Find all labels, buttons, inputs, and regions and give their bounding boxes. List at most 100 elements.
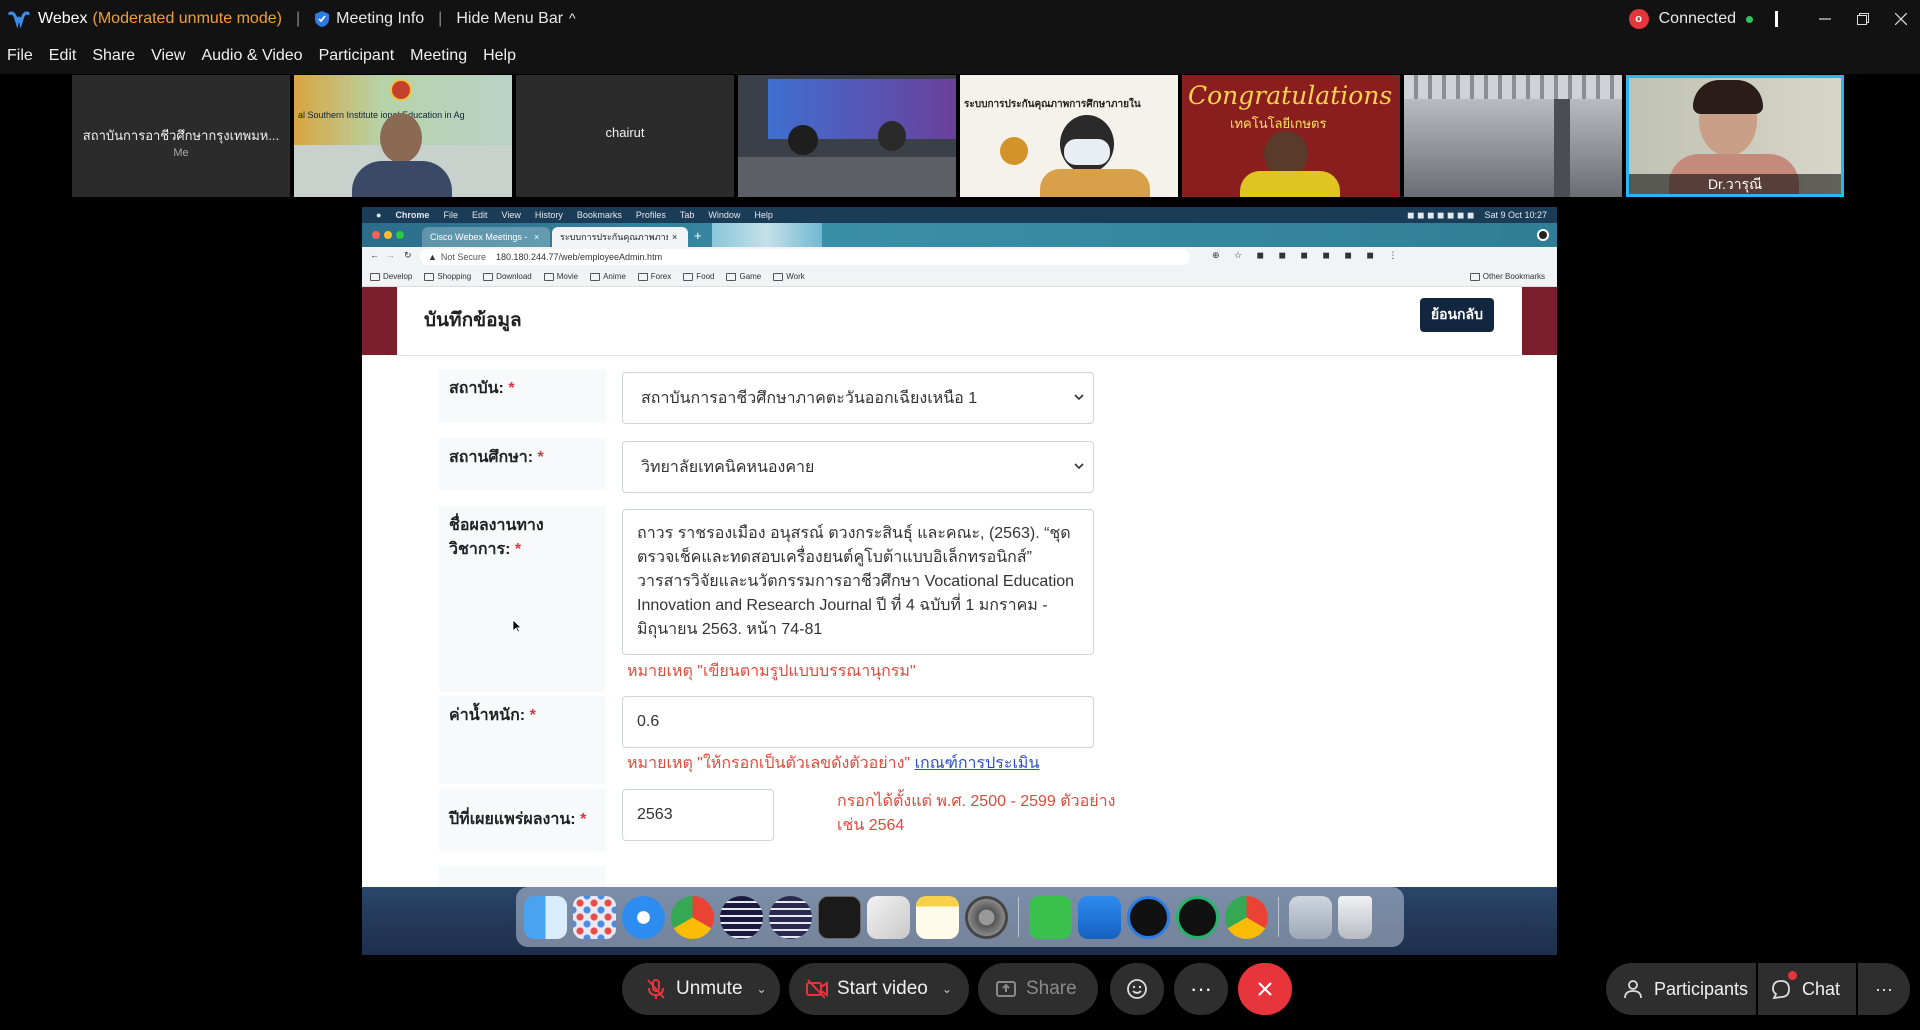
chevron-up-icon: ^ (569, 10, 576, 26)
participant-tile-video[interactable]: ระบบการประกันคุณภาพการศึกษาภายใน (960, 75, 1178, 197)
bookmark-label: Develop (383, 272, 413, 281)
separator: | (295, 10, 301, 27)
mac-dock (516, 887, 1404, 947)
chrome-toolbar: ← → ↻ ▲ Not Secure 180.180.244.77/web/em… (362, 247, 1557, 267)
participant-tile-me[interactable]: สถาบันการอาชีวศึกษากรุงเทพมห... Me (72, 75, 290, 197)
participant-tile-chairut[interactable]: chairut (516, 75, 734, 197)
share-button[interactable]: Share (978, 963, 1098, 1015)
selected-value: สถาบันการอาชีวศึกษาภาคตะวันออกเฉียงเหนือ… (641, 389, 978, 407)
mac-menu-history: History (534, 210, 563, 220)
tab-close-icon: × (534, 232, 540, 242)
menu-help[interactable]: Help (483, 47, 516, 65)
participant-tile-video[interactable]: al Southern Institute ional Education in… (294, 75, 512, 197)
chrome-tab-strip: Cisco Webex Meetings - Meet × ระบบการประก… (362, 223, 1557, 247)
reactions-button[interactable] (1110, 963, 1164, 1015)
participant-name: Dr.วารุณี (1629, 174, 1841, 194)
start-video-label: Start video (837, 978, 928, 999)
close-icon[interactable] (1882, 0, 1920, 38)
chrome-tab-webex: Cisco Webex Meetings - Meet × (422, 227, 550, 247)
address-bar: ▲ Not Secure 180.180.244.77/web/employee… (420, 249, 1190, 265)
person-body (1040, 169, 1150, 197)
year-note: กรอกได้ตั้งแต่ พ.ศ. 2500 - 2599 ตัวอย่าง… (837, 793, 1116, 834)
leave-meeting-button[interactable] (1238, 963, 1292, 1015)
bookmark-download: Download (483, 272, 532, 281)
meeting-info-button[interactable]: Meeting Info (336, 10, 424, 28)
overflow-menu-button[interactable]: ··· (1858, 963, 1910, 1015)
participant-tile-video[interactable]: Congratulations เทคโนโลยีเกษตร (1182, 75, 1400, 197)
video-title-text: Congratulations (1188, 81, 1393, 110)
label-text: ค่าน้ำหนัก: (449, 707, 526, 724)
person-icon (1624, 980, 1642, 999)
video-sub-text: เทคโนโลยีเกษตร (1230, 116, 1327, 131)
mac-menu-view: View (501, 210, 521, 220)
mac-menu-profiles: Profiles (635, 210, 666, 220)
chat-icon (1772, 980, 1790, 1000)
bookmark-label: Forex (650, 272, 672, 281)
participant-tile-video[interactable] (1404, 75, 1622, 197)
participant-tile-video[interactable] (738, 75, 956, 197)
required-mark: * (508, 380, 515, 397)
menu-bar: File Edit Share View Audio & Video Parti… (0, 38, 1920, 74)
webex-icon (1127, 895, 1170, 939)
start-video-button[interactable]: Start video ⌄ (789, 963, 969, 1015)
warning-icon: ▲ (428, 252, 437, 262)
menu-meeting[interactable]: Meeting (410, 47, 467, 65)
bookmark-label: Shopping (437, 272, 472, 281)
new-tab-icon: + (694, 228, 702, 243)
dock-separator (1278, 897, 1279, 937)
downloads-folder-icon (1289, 895, 1332, 939)
extension-icons: ⊕ ☆ ◼ ◼ ◼ ◼ ◼ ◼ ⋮ (1212, 250, 1404, 260)
bookmark-label: Anime (603, 272, 626, 281)
person-a (788, 125, 818, 155)
weight-input[interactable]: 0.6 (622, 696, 1094, 748)
participants-label: Participants (1654, 978, 1749, 999)
minimize-dot-icon (384, 231, 392, 239)
menu-share[interactable]: Share (92, 47, 135, 65)
chat-notification-dot (1788, 971, 1797, 980)
menu-participant[interactable]: Participant (319, 47, 395, 65)
safari-icon (622, 895, 665, 939)
required-mark: * (537, 449, 544, 466)
mac-menu-bookmarks: Bookmarks (576, 210, 622, 220)
bookmark-develop: Develop (370, 272, 412, 281)
app-name: Webex (38, 10, 88, 27)
seal-icon (390, 79, 412, 101)
close-icon (1258, 982, 1272, 996)
participants-button[interactable]: Participants (1606, 963, 1756, 1015)
restore-icon[interactable] (1844, 0, 1882, 38)
year-input[interactable]: 2563 (622, 789, 774, 841)
keynote-icon (1078, 895, 1121, 939)
work-title-textarea[interactable]: ถาวร ราชรองเมือง อนุสรณ์ ตวงกระสินธุ์ แล… (622, 509, 1094, 655)
menu-edit[interactable]: Edit (49, 47, 77, 65)
menu-file[interactable]: File (7, 47, 33, 65)
tab-title: Cisco Webex Meetings - Meet (430, 232, 530, 242)
back-button[interactable]: ย้อนกลับ (1419, 298, 1494, 332)
bookmark-label: Food (696, 272, 715, 281)
shared-screen: ● Chrome File Edit View History Bookmark… (362, 207, 1557, 955)
bookmark-forex: Forex (637, 272, 672, 281)
chat-button[interactable]: Chat (1758, 963, 1856, 1015)
more-options-button[interactable]: ··· (1174, 963, 1228, 1015)
institute-select[interactable]: สถาบันการอาชีวศึกษาภาคตะวันออกเฉียงเหนือ… (622, 372, 1094, 424)
unmute-label: Unmute (676, 978, 743, 999)
url-text: 180.180.244.77/web/employeeAdmin.htm (495, 252, 663, 262)
notes-icon (916, 895, 959, 939)
other-bookmarks: Other Bookmarks (1469, 272, 1545, 281)
next-row-peek (439, 866, 606, 887)
camera-off-icon (806, 979, 828, 999)
criteria-link[interactable]: เกณฑ์การประเมิน (915, 755, 1040, 772)
connection-status: Connected (1658, 10, 1736, 27)
school-select[interactable]: วิทยาลัยเทคนิคหนองคาย (622, 441, 1094, 493)
mouse-cursor-icon (512, 619, 522, 633)
minimize-icon[interactable] (1806, 0, 1844, 38)
mac-menu-file: File (443, 210, 458, 220)
moderated-mode-label: (Moderated unmute mode) (92, 10, 282, 27)
bookmark-movie: Movie (543, 272, 578, 281)
participant-tile-active-speaker[interactable]: Dr.วารุณี (1626, 75, 1844, 197)
menu-audio-video[interactable]: Audio & Video (201, 47, 302, 65)
menu-view[interactable]: View (151, 47, 185, 65)
hide-menu-bar-button[interactable]: Hide Menu Bar ^ (456, 10, 575, 28)
separator: | (438, 10, 443, 27)
unmute-button[interactable]: Unmute ⌄ (622, 963, 780, 1015)
bookmark-label: Work (786, 272, 805, 281)
